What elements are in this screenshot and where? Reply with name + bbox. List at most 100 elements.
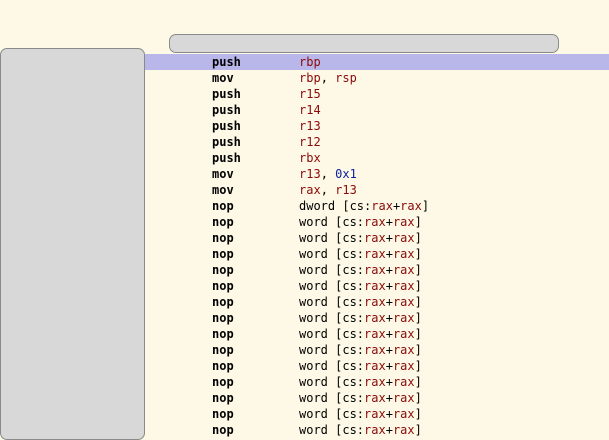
operand-text: + <box>385 263 393 277</box>
operand-register: rax <box>392 231 415 245</box>
operand-register: rax <box>392 311 415 325</box>
operand-register: rax <box>299 183 321 197</box>
operand-register: rax <box>392 215 415 229</box>
instruction-mnemonic: nop <box>212 231 234 245</box>
operand-register: rax <box>392 295 415 309</box>
operand-text: word [cs: <box>299 295 365 309</box>
disassembly-row[interactable]: push rbx <box>145 150 609 166</box>
address-bar[interactable] <box>169 34 559 53</box>
instruction-mnemonic: nop <box>212 407 234 421</box>
operand-register: rax <box>400 199 422 213</box>
operand-text: ] <box>414 279 422 293</box>
disassembly-row[interactable]: nop word [cs:rax+rax] <box>145 390 609 406</box>
disassembly-listing[interactable]: push rbp mov rbp, rsp push r15 push r14 push r13 p… <box>145 54 609 438</box>
operand-register: rax <box>364 311 386 325</box>
disassembly-row[interactable]: nop word [cs:rax+rax] <box>145 326 609 342</box>
disassembly-row[interactable]: mov r13, 0x1 <box>145 166 609 182</box>
instruction-mnemonic: push <box>212 103 241 117</box>
instruction-operands: word [cs:rax+rax] <box>299 406 422 422</box>
operand-register: rbp <box>299 55 321 69</box>
operand-text: + <box>385 215 393 229</box>
operand-register: rax <box>392 407 415 421</box>
operand-text: ] <box>414 423 422 437</box>
operand-text: word [cs: <box>299 279 365 293</box>
instruction-operands: rax, r13 <box>299 182 357 198</box>
operand-register: rax <box>364 327 386 341</box>
disassembly-row[interactable]: push r12 <box>145 134 609 150</box>
disassembly-row[interactable]: nop word [cs:rax+rax] <box>145 262 609 278</box>
operand-text: word [cs: <box>299 311 365 325</box>
disassembly-row[interactable]: nop word [cs:rax+rax] <box>145 214 609 230</box>
disassembly-row[interactable]: nop word [cs:rax+rax] <box>145 294 609 310</box>
instruction-mnemonic: push <box>212 151 241 165</box>
disassembly-row[interactable]: push r15 <box>145 86 609 102</box>
operand-text: ] <box>414 215 422 229</box>
operand-text: + <box>385 375 393 389</box>
operand-text: ] <box>414 391 422 405</box>
operand-register: rax <box>364 231 386 245</box>
operand-text: ] <box>414 327 422 341</box>
disassembly-row[interactable]: nop word [cs:rax+rax] <box>145 230 609 246</box>
operand-text: + <box>385 295 393 309</box>
instruction-operands: dword [cs:rax+rax] <box>299 198 429 214</box>
instruction-operands: word [cs:rax+rax] <box>299 246 422 262</box>
disassembly-row[interactable]: nop word [cs:rax+rax] <box>145 342 609 358</box>
instruction-mnemonic: mov <box>212 183 234 197</box>
operand-text: + <box>385 359 393 373</box>
operand-register: rax <box>392 263 415 277</box>
instruction-mnemonic: nop <box>212 279 234 293</box>
operand-register: rax <box>364 247 386 261</box>
disassembly-row[interactable]: nop word [cs:rax+rax] <box>145 278 609 294</box>
operand-register: r13 <box>299 167 321 181</box>
disassembly-row[interactable]: nop word [cs:rax+rax] <box>145 310 609 326</box>
disassembly-row[interactable]: push r13 <box>145 118 609 134</box>
operand-text: word [cs: <box>299 359 365 373</box>
instruction-operands: rbp, rsp <box>299 70 357 86</box>
operand-text: word [cs: <box>299 423 365 437</box>
operand-immediate: 0x1 <box>335 167 357 181</box>
operand-register: rax <box>392 247 415 261</box>
operand-register: rax <box>364 391 386 405</box>
operand-register: rsp <box>335 71 357 85</box>
operand-register: rax <box>392 423 415 437</box>
operand-text: ] <box>414 359 422 373</box>
operand-register: rax <box>392 359 415 373</box>
operand-register: r12 <box>299 135 321 149</box>
operand-text: + <box>385 343 393 357</box>
instruction-operands: word [cs:rax+rax] <box>299 374 422 390</box>
disassembly-row[interactable]: nop word [cs:rax+rax] <box>145 374 609 390</box>
operand-text: ] <box>414 343 422 357</box>
instruction-operands: r14 <box>299 102 321 118</box>
operand-text: + <box>385 423 393 437</box>
operand-register: r13 <box>299 119 321 133</box>
disassembly-row[interactable]: nop word [cs:rax+rax] <box>145 246 609 262</box>
operand-text: + <box>385 231 393 245</box>
instruction-mnemonic: nop <box>212 359 234 373</box>
operand-register: rax <box>392 279 415 293</box>
disassembly-row[interactable]: nop word [cs:rax+rax] <box>145 406 609 422</box>
operand-text: word [cs: <box>299 215 365 229</box>
instruction-mnemonic: nop <box>212 247 234 261</box>
operand-register: rax <box>364 215 386 229</box>
operand-register: rax <box>392 391 415 405</box>
disassembly-row[interactable]: nop word [cs:rax+rax] <box>145 358 609 374</box>
disassembly-row[interactable]: nop dword [cs:rax+rax] <box>145 198 609 214</box>
disassembly-row[interactable]: mov rbp, rsp <box>145 70 609 86</box>
instruction-operands: word [cs:rax+rax] <box>299 310 422 326</box>
operand-register: rax <box>364 279 386 293</box>
instruction-mnemonic: nop <box>212 311 234 325</box>
instruction-mnemonic: nop <box>212 375 234 389</box>
instruction-operands: word [cs:rax+rax] <box>299 294 422 310</box>
disassembly-row[interactable]: push r14 <box>145 102 609 118</box>
instruction-operands: r12 <box>299 134 321 150</box>
operand-text: ] <box>421 199 430 213</box>
disassembly-row[interactable]: mov rax, r13 <box>145 182 609 198</box>
disassembly-row[interactable]: push rbp <box>145 54 609 70</box>
disassembly-row[interactable]: nop word [cs:rax+rax] <box>145 422 609 438</box>
side-panel[interactable] <box>0 48 145 440</box>
instruction-operands: word [cs:rax+rax] <box>299 422 422 438</box>
operand-register: rax <box>392 327 415 341</box>
instruction-mnemonic: mov <box>212 71 234 85</box>
operand-text: ] <box>414 231 422 245</box>
instruction-operands: rbp <box>299 54 321 70</box>
